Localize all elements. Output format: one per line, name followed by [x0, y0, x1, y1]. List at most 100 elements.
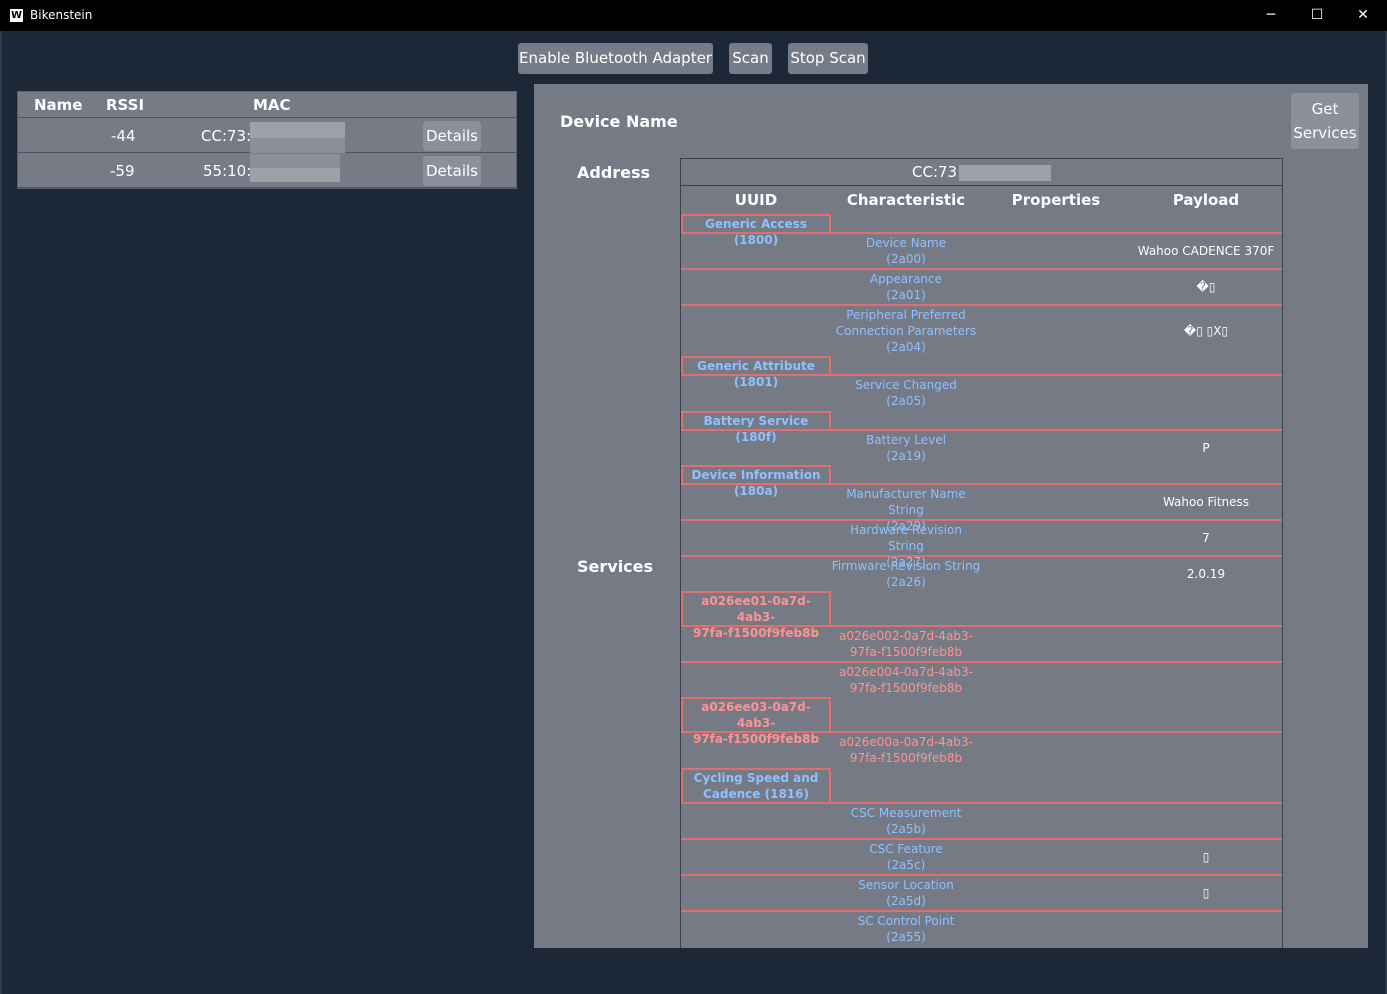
- uuid-column-header: UUID: [734, 191, 778, 209]
- window-title: Bikenstein: [30, 8, 93, 22]
- characteristic-name: Hardware Revision String: [850, 523, 962, 553]
- row-divider: [681, 232, 1282, 234]
- get-services-label-line2: Services: [1293, 124, 1357, 142]
- characteristic-uuid-line1: a026e002-0a7d-4ab3-: [838, 629, 973, 643]
- characteristic-uuid: (2a5d): [886, 894, 926, 908]
- row-divider: [681, 874, 1282, 876]
- device-mac: CC:73:: [201, 127, 252, 145]
- payload-cell: 7: [1202, 531, 1210, 545]
- characteristic-name: Peripheral Preferred: [846, 308, 966, 322]
- payload-cell: Wahoo Fitness: [1162, 495, 1250, 509]
- app-icon: W: [10, 9, 23, 22]
- row-divider: [681, 731, 1282, 733]
- service-header[interactable]: Generic Access (1800): [681, 214, 831, 247]
- characteristic-cell[interactable]: Appearance (2a01): [831, 271, 981, 303]
- details-button[interactable]: Details: [423, 156, 481, 186]
- redacted-mac-blur: [250, 138, 345, 153]
- characteristic-uuid-line2: 97fa-f1500f9feb8b: [849, 751, 963, 765]
- characteristic-uuid: (2a26): [886, 575, 926, 589]
- characteristic-cell[interactable]: Firmware Revision String (2a26): [831, 558, 981, 590]
- characteristic-name: Battery Level: [866, 433, 946, 447]
- characteristic-name: CSC Feature: [869, 842, 943, 856]
- service-uuid-line1: a026ee03-0a7d-4ab3-: [701, 700, 811, 730]
- service-header[interactable]: Device Information (180a): [681, 465, 831, 498]
- characteristic-cell[interactable]: a026e00a-0a7d-4ab3- 97fa-f1500f9feb8b: [831, 734, 981, 766]
- characteristic-uuid-line1: a026e00a-0a7d-4ab3-: [839, 735, 973, 749]
- characteristic-uuid: (2a04): [886, 340, 926, 354]
- device-list: Name RSSI MAC -44 CC:73: Details -59 55:…: [17, 91, 517, 189]
- row-divider: [681, 483, 1282, 485]
- redacted-address-blur: [959, 165, 1051, 181]
- characteristic-uuid: (2a5c): [886, 858, 926, 872]
- service-header[interactable]: Generic Attribute (1801): [681, 356, 831, 389]
- characteristic-uuid: (2a00): [886, 252, 926, 266]
- characteristic-cell[interactable]: Service Changed (2a05): [831, 377, 981, 409]
- get-services-label-line1: Get: [1311, 100, 1339, 118]
- row-divider: [681, 268, 1282, 270]
- device-rssi: -44: [111, 127, 136, 145]
- characteristic-cell[interactable]: a026e002-0a7d-4ab3- 97fa-f1500f9feb8b: [831, 628, 981, 660]
- mac-column-header: MAC: [253, 96, 291, 114]
- characteristic-name-line2: Connection Parameters: [835, 324, 977, 338]
- characteristic-cell[interactable]: CSC Measurement (2a5b): [831, 805, 981, 837]
- stop-scan-button[interactable]: Stop Scan: [788, 43, 868, 74]
- characteristic-name: Device Name: [865, 236, 947, 250]
- characteristic-uuid-line1: a026e004-0a7d-4ab3-: [838, 665, 973, 679]
- characteristic-cell[interactable]: Peripheral Preferred Connection Paramete…: [831, 307, 981, 355]
- service-header[interactable]: Cycling Speed and Cadence (1816): [681, 768, 831, 804]
- device-rssi: -59: [110, 162, 135, 180]
- characteristic-cell[interactable]: Device Name (2a00): [831, 235, 981, 267]
- characteristic-name: Sensor Location: [858, 878, 954, 892]
- characteristic-cell[interactable]: CSC Feature (2a5c): [831, 841, 981, 873]
- characteristic-uuid: (2a5b): [886, 822, 926, 836]
- service-uuid-line2: 97fa-f1500f9feb8b: [692, 732, 820, 746]
- minimize-icon[interactable]: ─: [1248, 0, 1294, 31]
- row-divider: [681, 304, 1282, 306]
- close-icon[interactable]: ✕: [1340, 0, 1386, 31]
- characteristic-name: CSC Measurement: [850, 806, 962, 820]
- service-name-line1: Cycling Speed and: [693, 771, 819, 785]
- device-row[interactable]: -59 55:10: Details: [18, 154, 516, 188]
- device-row[interactable]: -44 CC:73: Details: [18, 119, 516, 153]
- service-name-line2: Cadence (1816): [703, 787, 809, 801]
- redacted-mac-blur: [250, 122, 345, 138]
- services-table: UUID Characteristic Properties Payload G…: [680, 186, 1283, 948]
- scan-button[interactable]: Scan: [729, 43, 772, 74]
- service-header[interactable]: Battery Service (180f): [681, 411, 831, 444]
- service-header[interactable]: a026ee03-0a7d-4ab3- 97fa-f1500f9feb8b: [681, 697, 831, 746]
- redacted-mac-blur: [250, 168, 340, 182]
- service-uuid-line2: 97fa-f1500f9feb8b: [692, 626, 820, 640]
- characteristic-uuid: (2a01): [886, 288, 926, 302]
- services-label: Services: [577, 557, 654, 576]
- characteristic-name: Appearance: [869, 272, 943, 286]
- window-border-left: [0, 31, 2, 994]
- details-button[interactable]: Details: [423, 121, 481, 151]
- properties-column-header: Properties: [1011, 191, 1101, 209]
- characteristic-column-header: Characteristic: [846, 191, 966, 209]
- row-divider: [681, 838, 1282, 840]
- characteristic-name: Service Changed: [855, 378, 957, 392]
- characteristic-cell[interactable]: a026e004-0a7d-4ab3- 97fa-f1500f9feb8b: [831, 664, 981, 696]
- enable-bluetooth-button[interactable]: Enable Bluetooth Adapter: [518, 43, 713, 74]
- payload-cell: Wahoo CADENCE 370F: [1137, 244, 1275, 258]
- payload-cell: �▯ ▯X▯: [1183, 324, 1229, 338]
- characteristic-uuid: (2a19): [886, 449, 926, 463]
- device-details-panel: Device Name Address Services Get Service…: [534, 84, 1368, 948]
- characteristic-cell[interactable]: Sensor Location (2a5d): [831, 877, 981, 909]
- row-divider: [681, 374, 1282, 376]
- address-value: CC:73:: [912, 163, 963, 181]
- characteristic-uuid: (2a05): [886, 394, 926, 408]
- get-services-button[interactable]: Get Services: [1291, 93, 1359, 149]
- characteristic-name: SC Control Point: [857, 914, 955, 928]
- characteristic-name: Manufacturer Name String: [846, 487, 966, 517]
- name-column-header: Name: [34, 96, 83, 114]
- payload-cell: P: [1202, 441, 1210, 455]
- characteristic-cell[interactable]: Battery Level (2a19): [831, 432, 981, 464]
- maximize-icon[interactable]: ☐: [1294, 0, 1340, 31]
- row-divider: [681, 661, 1282, 663]
- characteristic-uuid-line2: 97fa-f1500f9feb8b: [849, 645, 963, 659]
- characteristic-uuid-line2: 97fa-f1500f9feb8b: [849, 681, 963, 695]
- row-divider: [681, 519, 1282, 521]
- characteristic-cell[interactable]: SC Control Point (2a55): [831, 913, 981, 945]
- service-header[interactable]: a026ee01-0a7d-4ab3- 97fa-f1500f9feb8b: [681, 591, 831, 640]
